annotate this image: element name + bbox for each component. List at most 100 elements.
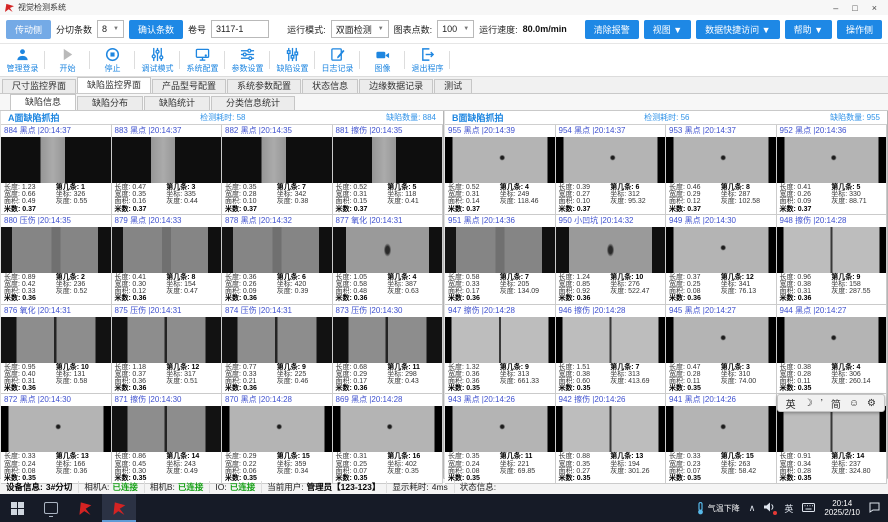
- defect-cell[interactable]: 880 压伤 |20:14:35长度: 0.89宽度: 0.42面积: 0.33…: [1, 215, 112, 305]
- subtab-defect-statistics[interactable]: 缺陷统计: [144, 96, 210, 110]
- tab-edge-data-record[interactable]: 边缘数据记录: [359, 79, 433, 93]
- defect-image: [556, 227, 666, 273]
- defect-cell[interactable]: 950 小凹坑 |20:14:32长度: 1.24宽度: 0.85面积: 0.9…: [556, 215, 667, 305]
- defect-cell[interactable]: 872 黑点 |20:14:30长度: 0.33宽度: 0.24面积: 0.08…: [1, 394, 112, 484]
- parameter-settings-button[interactable]: 参数设置: [225, 44, 270, 76]
- taskbar-clock[interactable]: 20:142025/2/10: [824, 499, 860, 517]
- tab-defect-monitor[interactable]: 缺陷监控界面: [77, 77, 151, 93]
- main-tab-bar: 尺寸监控界面缺陷监控界面产品型号配置系统参数配置状态信息边缘数据记录测试: [0, 77, 888, 94]
- ime-lang-en[interactable]: 英: [786, 396, 796, 411]
- defect-cell[interactable]: 948 擦伤 |20:14:28长度: 0.96宽度: 0.38面积: 0.31…: [777, 215, 888, 305]
- ime-language-indicator[interactable]: 英: [784, 502, 793, 515]
- defect-cell[interactable]: 942 擦伤 |20:14:26长度: 0.88宽度: 0.35面积: 0.27…: [556, 394, 667, 484]
- log-record-button[interactable]: 日志记录: [315, 44, 360, 76]
- defect-cell[interactable]: 878 黑点 |20:14:32长度: 0.36宽度: 0.26面积: 0.09…: [222, 215, 333, 305]
- start-button[interactable]: 开始: [45, 44, 90, 76]
- defect-info: 长度: 0.96宽度: 0.38面积: 0.31米数: 0.36第几条: 9坐标…: [777, 273, 887, 304]
- tab-status-info[interactable]: 状态信息: [302, 79, 358, 93]
- exit-program-button[interactable]: 退出程序: [405, 44, 450, 76]
- confirm-count-button[interactable]: 确认条数: [129, 20, 183, 39]
- subtab-class-info-statistics[interactable]: 分类信息统计: [211, 96, 295, 110]
- defect-cell[interactable]: 879 黑点 |20:14:33长度: 0.41宽度: 0.30面积: 0.12…: [112, 215, 223, 305]
- defect-info: 长度: 0.39宽度: 0.27面积: 0.10米数: 0.37第几条: 6坐标…: [556, 183, 666, 214]
- defect-cell[interactable]: 941 黑点 |20:14:26长度: 0.33宽度: 0.23面积: 0.07…: [666, 394, 777, 484]
- taskbar-app-red-1[interactable]: [68, 494, 102, 522]
- ime-simplified-chinese[interactable]: 简: [831, 396, 841, 411]
- defect-cell[interactable]: 882 黑点 |20:14:35长度: 0.35宽度: 0.28面积: 0.10…: [222, 125, 333, 215]
- chart-points-label: 图表点数:: [394, 23, 433, 36]
- defect-cell[interactable]: 873 压伤 |20:14:30长度: 0.68宽度: 0.29面积: 0.17…: [333, 305, 444, 395]
- subtab-defect-info[interactable]: 缺陷信息: [10, 94, 76, 110]
- view-menu-button[interactable]: 视图 ▼: [644, 20, 691, 39]
- notification-center-icon[interactable]: [869, 502, 880, 515]
- defect-image: [666, 137, 776, 183]
- clear-alarm-button[interactable]: 清除报警: [585, 20, 639, 39]
- defect-cell[interactable]: 945 黑点 |20:14:27长度: 0.47宽度: 0.28面积: 0.11…: [666, 305, 777, 395]
- defect-info: 长度: 0.47宽度: 0.28面积: 0.11米数: 0.35第几条: 3坐标…: [666, 363, 776, 394]
- taskbar-app-inspection-active[interactable]: [102, 494, 136, 522]
- windows-logo-icon: [11, 502, 24, 515]
- defect-cell[interactable]: 877 氧化 |20:14:31长度: 1.05宽度: 0.58面积: 0.48…: [333, 215, 444, 305]
- defect-cell[interactable]: 874 压伤 |20:14:31长度: 0.77宽度: 0.33面积: 0.21…: [222, 305, 333, 395]
- defect-cell[interactable]: 871 擦伤 |20:14:30长度: 0.86宽度: 0.45面积: 0.30…: [112, 394, 223, 484]
- stop-button[interactable]: 停止: [90, 44, 135, 76]
- ime-settings-icon[interactable]: ⚙: [867, 398, 876, 409]
- defect-image: [666, 406, 776, 452]
- subtab-defect-distribution[interactable]: 缺陷分布: [77, 96, 143, 110]
- defect-cell[interactable]: 955 黑点 |20:14:39长度: 0.52宽度: 0.31面积: 0.14…: [445, 125, 556, 215]
- camera-b-status: 相机B:已连接: [150, 481, 211, 493]
- image-button[interactable]: 图像: [360, 44, 405, 76]
- tab-test[interactable]: 测试: [434, 79, 472, 93]
- defect-cell[interactable]: 954 黑点 |20:14:37长度: 0.39宽度: 0.27面积: 0.10…: [556, 125, 667, 215]
- defect-cell[interactable]: 881 擦伤 |20:14:35长度: 0.52宽度: 0.31面积: 0.15…: [333, 125, 444, 215]
- defect-info: 长度: 0.35宽度: 0.28面积: 0.10米数: 0.37第几条: 7坐标…: [222, 183, 332, 214]
- tray-expand-chevron-icon[interactable]: ∧: [749, 503, 756, 514]
- ime-moon-icon[interactable]: ☽: [804, 398, 813, 409]
- system-config-button[interactable]: 系统配置: [180, 44, 225, 76]
- defect-settings-button[interactable]: 缺陷设置: [270, 44, 315, 76]
- maximize-button[interactable]: □: [852, 3, 857, 13]
- chart-points-select[interactable]: 100 ▼: [437, 20, 474, 38]
- defect-cell[interactable]: 946 擦伤 |20:14:28长度: 1.51宽度: 0.38面积: 0.60…: [556, 305, 667, 395]
- tab-product-model-config[interactable]: 产品型号配置: [152, 79, 226, 93]
- defect-cell[interactable]: 883 黑点 |20:14:37长度: 0.47宽度: 0.35面积: 0.16…: [112, 125, 223, 215]
- ime-emoji-icon[interactable]: ☺: [849, 398, 859, 409]
- defect-cell[interactable]: 876 氧化 |20:14:31长度: 0.95宽度: 0.40面积: 0.31…: [1, 305, 112, 395]
- roll-number-input[interactable]: 3117-1: [211, 20, 269, 38]
- volume-icon[interactable]: [764, 502, 775, 514]
- data-quick-access-menu-button[interactable]: 数据快捷访问 ▼: [696, 20, 779, 39]
- split-count-select[interactable]: 8 ▼: [97, 20, 124, 38]
- minimize-button[interactable]: –: [833, 3, 838, 13]
- red-app-icon: [78, 501, 92, 515]
- tab-system-param-config[interactable]: 系统参数配置: [227, 79, 301, 93]
- defect-cell[interactable]: 870 黑点 |20:14:28长度: 0.29宽度: 0.22面积: 0.06…: [222, 394, 333, 484]
- sliders-horizontal-icon: [240, 47, 255, 62]
- defect-cell[interactable]: 944 黑点 |20:14:27长度: 0.38宽度: 0.28面积: 0.11…: [777, 305, 888, 395]
- drive-side-button[interactable]: 传动侧: [6, 20, 51, 39]
- defect-cell[interactable]: 953 黑点 |20:14:37长度: 0.46宽度: 0.29面积: 0.12…: [666, 125, 777, 215]
- touch-keyboard-icon[interactable]: [802, 503, 815, 514]
- close-button[interactable]: ×: [872, 3, 877, 13]
- ime-apostrophe[interactable]: ’: [821, 398, 823, 409]
- defect-cell[interactable]: 869 黑点 |20:14:28长度: 0.31宽度: 0.25面积: 0.07…: [333, 394, 444, 484]
- debug-mode-button[interactable]: 调试模式: [135, 44, 180, 76]
- operator-side-button[interactable]: 操作侧: [837, 20, 882, 39]
- taskbar-app-explorer[interactable]: [34, 494, 68, 522]
- windows-taskbar: 气温下降 ∧ 英 20:142025/2/10: [0, 494, 888, 522]
- help-menu-button[interactable]: 帮助 ▼: [785, 20, 832, 39]
- defect-cell[interactable]: 951 黑点 |20:14:36长度: 0.58宽度: 0.33面积: 0.17…: [445, 215, 556, 305]
- sub-tab-bar: 缺陷信息缺陷分布缺陷统计分类信息统计: [0, 94, 888, 111]
- start-button[interactable]: [0, 494, 34, 522]
- tab-size-monitor[interactable]: 尺寸监控界面: [2, 79, 76, 93]
- defect-cell[interactable]: 949 黑点 |20:14:30长度: 0.37宽度: 0.25面积: 0.08…: [666, 215, 777, 305]
- defect-info: 长度: 1.24宽度: 0.85面积: 0.92米数: 0.36第几条: 10坐…: [556, 273, 666, 304]
- defect-cell[interactable]: 952 黑点 |20:14:36长度: 0.41宽度: 0.26面积: 0.09…: [777, 125, 888, 215]
- admin-login-button[interactable]: 管理登录: [0, 44, 45, 76]
- defect-cell[interactable]: 884 黑点 |20:14:37长度: 1.23宽度: 0.66面积: 0.49…: [1, 125, 112, 215]
- defect-cell[interactable]: 943 黑点 |20:14:26长度: 0.35宽度: 0.24面积: 0.08…: [445, 394, 556, 484]
- defect-cell[interactable]: 947 擦伤 |20:14:28长度: 1.32宽度: 0.36面积: 0.36…: [445, 305, 556, 395]
- defect-cell[interactable]: 875 压伤 |20:14:31长度: 1.18宽度: 0.37面积: 0.36…: [112, 305, 223, 395]
- defect-image: [333, 137, 443, 183]
- weather-widget[interactable]: 气温下降: [696, 502, 740, 515]
- run-mode-select[interactable]: 双面检测 ▼: [331, 20, 389, 38]
